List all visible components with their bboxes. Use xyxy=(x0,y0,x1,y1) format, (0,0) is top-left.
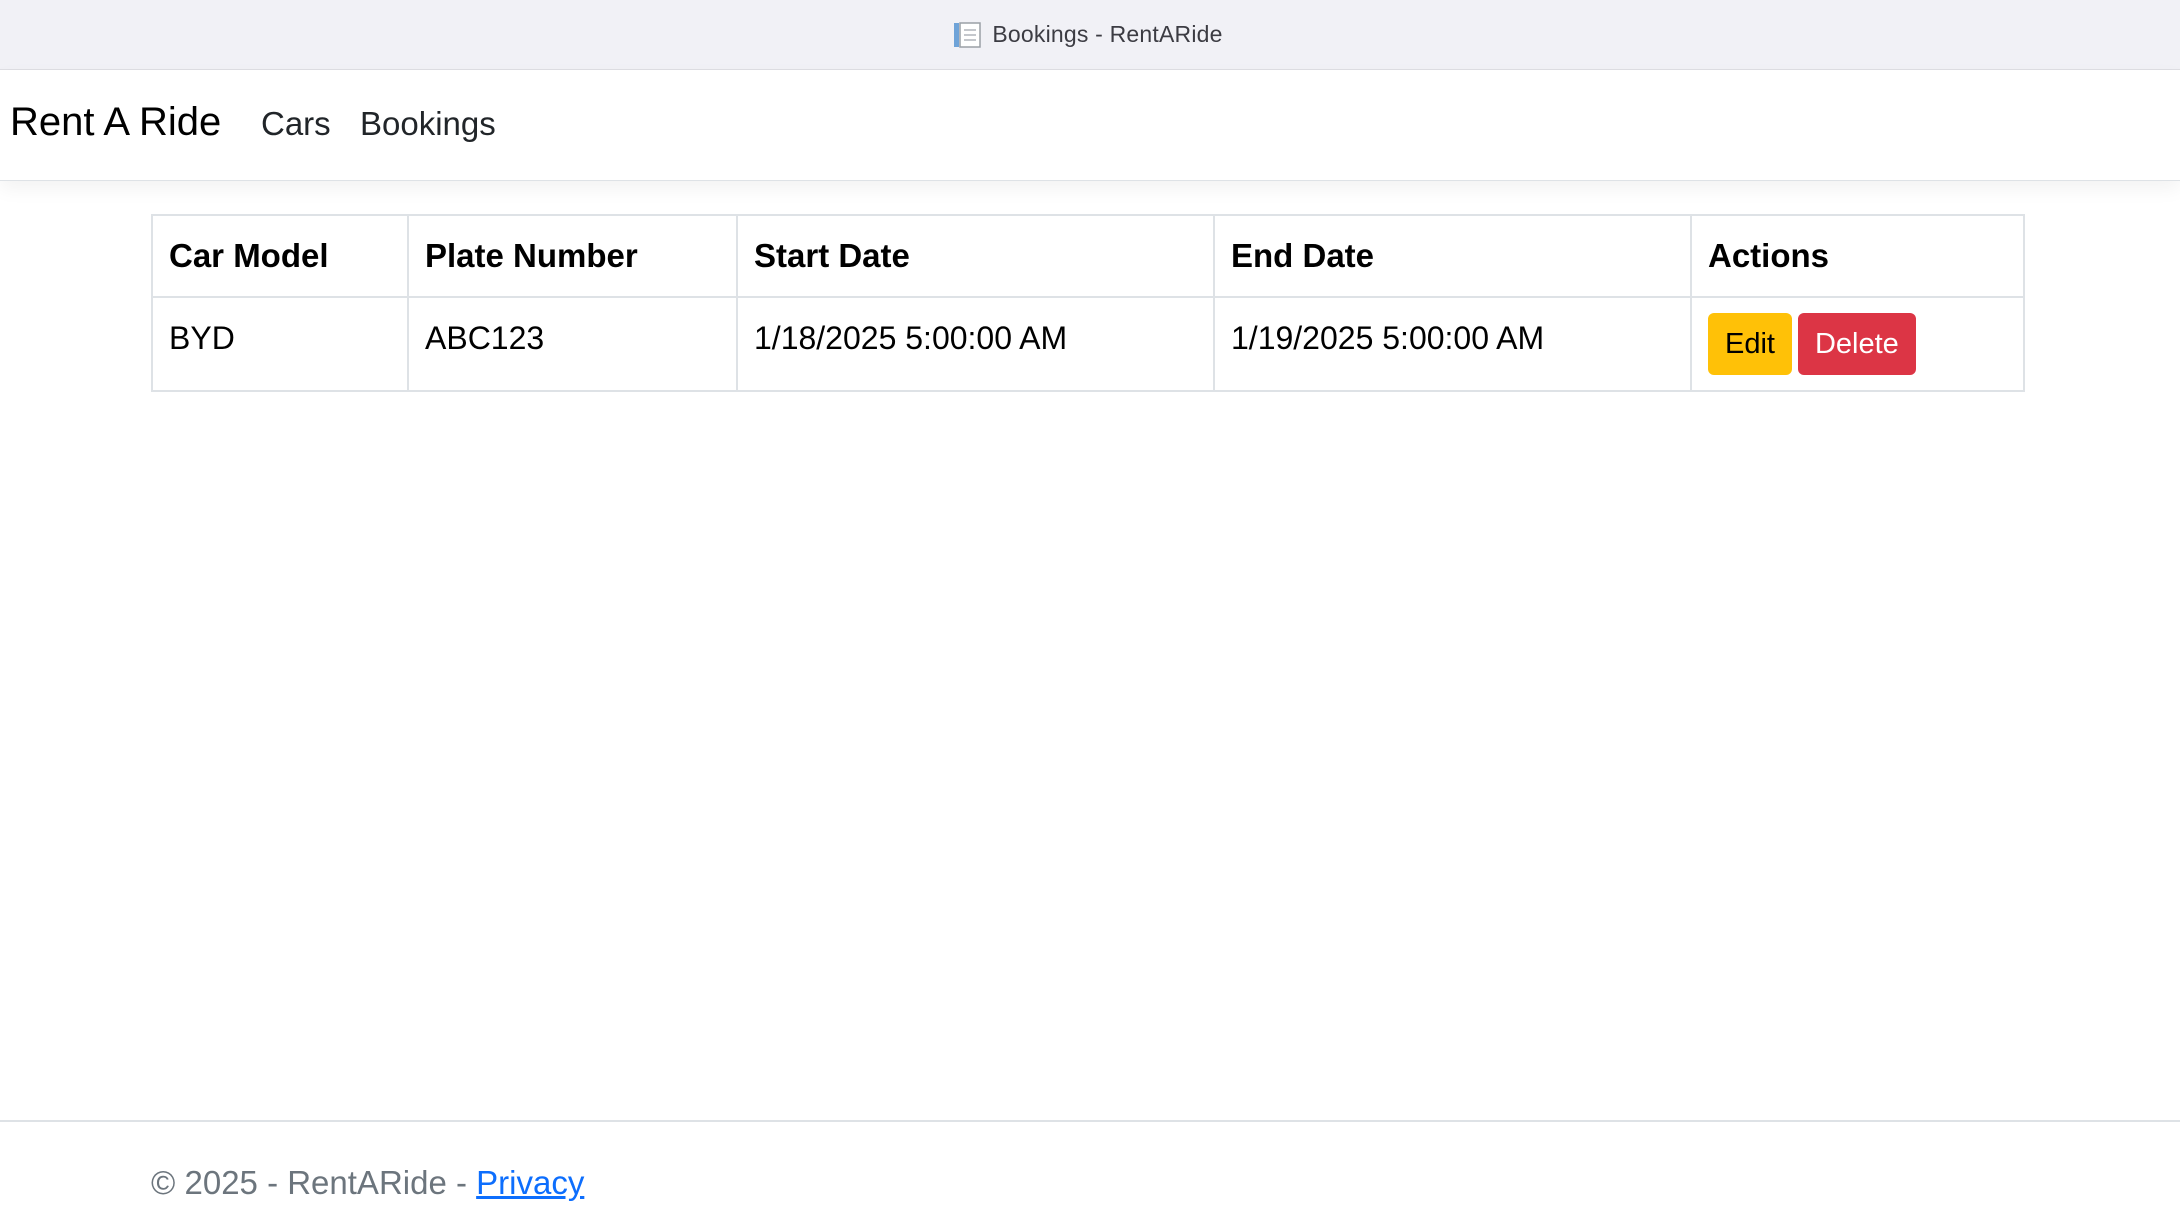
privacy-link[interactable]: Privacy xyxy=(476,1164,584,1201)
cell-actions: Edit Delete xyxy=(1690,296,2025,392)
cell-car-model: BYD xyxy=(151,296,409,392)
delete-button[interactable]: Delete xyxy=(1797,313,1916,375)
column-header-actions: Actions xyxy=(1690,214,2025,298)
window-titlebar: Bookings - RentARide xyxy=(0,0,2180,70)
window-title: Bookings - RentARide xyxy=(992,21,1223,47)
footer-text: © 2025 - RentARide - Privacy xyxy=(151,1164,584,1202)
nav-link-bookings[interactable]: Bookings xyxy=(360,105,496,143)
column-header-end-date: End Date xyxy=(1213,214,1692,298)
table-row: BYD ABC123 1/18/2025 5:00:00 AM 1/19/202… xyxy=(151,296,2025,392)
page-footer: © 2025 - RentARide - Privacy xyxy=(0,1120,2180,1232)
cell-end-date: 1/19/2025 5:00:00 AM xyxy=(1213,296,1692,392)
cell-plate-number: ABC123 xyxy=(407,296,738,392)
column-header-car-model: Car Model xyxy=(151,214,409,298)
edit-button[interactable]: Edit xyxy=(1708,313,1792,375)
bookings-table: Car Model Plate Number Start Date End Da… xyxy=(151,214,2025,392)
table-header-row: Car Model Plate Number Start Date End Da… xyxy=(151,214,2025,298)
document-icon xyxy=(952,20,982,50)
top-navbar: Rent A Ride Cars Bookings xyxy=(0,70,2180,181)
nav-link-cars[interactable]: Cars xyxy=(261,105,331,143)
window-title-group: Bookings - RentARide xyxy=(952,20,1222,50)
footer-copyright: © 2025 - RentARide - xyxy=(151,1164,477,1201)
column-header-plate-number: Plate Number xyxy=(407,214,738,298)
cell-start-date: 1/18/2025 5:00:00 AM xyxy=(736,296,1215,392)
bookings-table-container: Car Model Plate Number Start Date End Da… xyxy=(151,214,2025,392)
column-header-start-date: Start Date xyxy=(736,214,1215,298)
brand-link[interactable]: Rent A Ride xyxy=(10,100,221,145)
